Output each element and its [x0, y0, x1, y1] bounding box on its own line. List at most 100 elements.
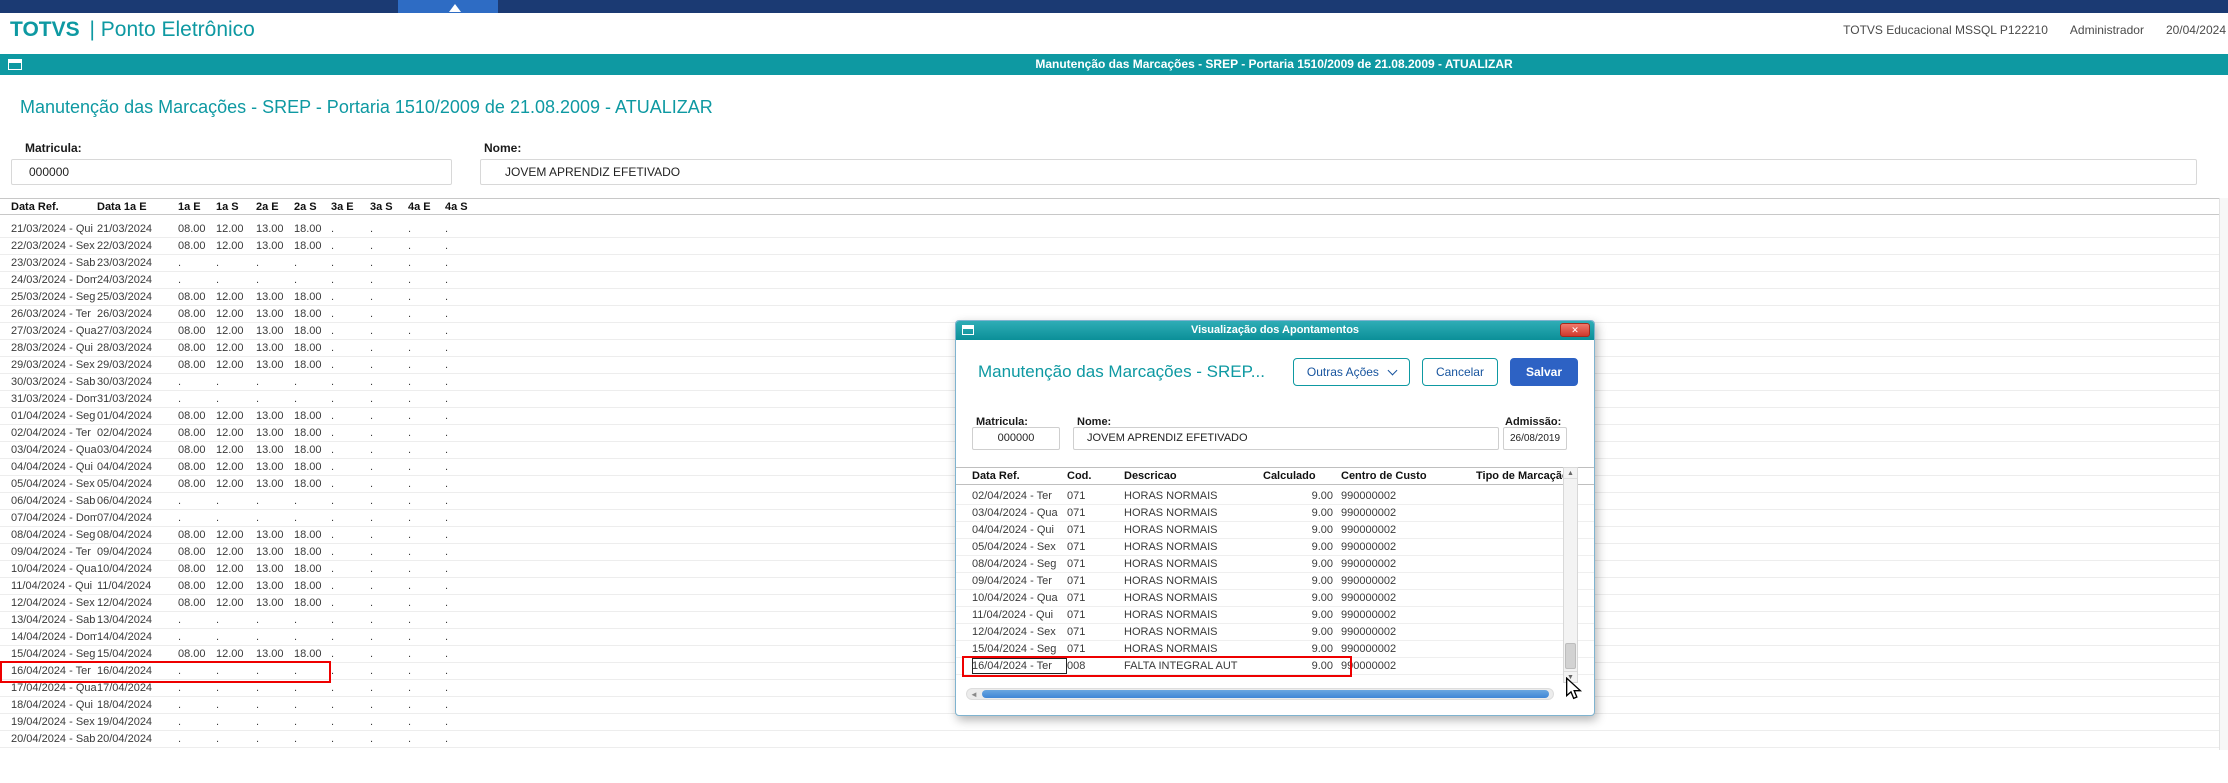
table-row[interactable]: 23/03/2024 - Sab 23/03/2024........: [0, 255, 2228, 272]
grid-cell[interactable]: 07/04/2024 - Dom: [11, 510, 97, 526]
column-header[interactable]: 3a E: [331, 199, 370, 214]
grid-cell[interactable]: 13.00: [256, 595, 294, 611]
grid-cell[interactable]: 990000002: [1341, 658, 1476, 674]
grid-cell[interactable]: .: [216, 391, 256, 407]
grid-cell[interactable]: 071: [1067, 590, 1124, 606]
grid-cell[interactable]: 9.00: [1263, 573, 1341, 589]
grid-cell[interactable]: .: [331, 357, 370, 373]
grid-cell[interactable]: .: [216, 612, 256, 628]
grid-cell[interactable]: 01/04/2024 - Seg: [11, 408, 97, 424]
grid-cell[interactable]: .: [445, 408, 485, 424]
grid-cell[interactable]: .: [445, 255, 485, 271]
grid-cell[interactable]: .: [331, 731, 370, 747]
grid-cell[interactable]: 18.00: [294, 646, 331, 662]
grid-cell[interactable]: 12.00: [216, 357, 256, 373]
grid-cell[interactable]: 18.00: [294, 306, 331, 322]
scroll-up-icon[interactable]: ▲: [1564, 468, 1577, 479]
grid-cell[interactable]: .: [331, 408, 370, 424]
grid-cell[interactable]: .: [445, 663, 485, 679]
grid-cell[interactable]: .: [256, 629, 294, 645]
grid-cell[interactable]: 13.00: [256, 408, 294, 424]
grid-cell[interactable]: 13.00: [256, 561, 294, 577]
grid-cell[interactable]: 08.00: [178, 527, 216, 543]
grid-cell[interactable]: 13.00: [256, 221, 294, 237]
table-row[interactable]: 02/04/2024 - Ter 071 HORAS NORMAIS 9.00 9900…: [956, 488, 1594, 505]
grid-cell[interactable]: 02/04/2024 - Ter: [11, 425, 97, 441]
grid-cell[interactable]: .: [294, 493, 331, 509]
table-row[interactable]: 04/04/2024 - Qui 071 HORAS NORMAIS 9.00 9900…: [956, 522, 1594, 539]
grid-cell[interactable]: .: [294, 255, 331, 271]
grid-cell[interactable]: 12.00: [216, 306, 256, 322]
grid-cell[interactable]: 21/03/2024: [97, 221, 178, 237]
grid-cell[interactable]: 09/04/2024: [97, 544, 178, 560]
grid-cell[interactable]: 071: [1067, 607, 1124, 623]
grid-cell[interactable]: .: [445, 289, 485, 305]
table-row[interactable]: 19/04/2024 - Sex 19/04/2024........: [0, 714, 2228, 731]
grid-cell[interactable]: 29/03/2024 - Sex: [11, 357, 97, 373]
grid-cell[interactable]: 08.00: [178, 646, 216, 662]
column-header[interactable]: Cod.: [1067, 468, 1124, 484]
grid-cell[interactable]: .: [178, 272, 216, 288]
grid-cell[interactable]: 16/04/2024: [97, 663, 178, 679]
grid-cell[interactable]: .: [370, 391, 408, 407]
grid-cell[interactable]: 10/04/2024 - Qua: [11, 561, 97, 577]
grid-cell[interactable]: 15/04/2024 - Seg: [11, 646, 97, 662]
column-header[interactable]: Data Ref.: [972, 468, 1067, 484]
grid-cell[interactable]: 9.00: [1263, 539, 1341, 555]
nome-input[interactable]: JOVEM APRENDIZ EFETIVADO: [480, 159, 2197, 185]
grid-cell[interactable]: .: [370, 221, 408, 237]
grid-cell[interactable]: 08/04/2024 - Seg: [972, 556, 1067, 572]
grid-cell[interactable]: .: [370, 629, 408, 645]
grid-cell[interactable]: 31/03/2024 - Dom: [11, 391, 97, 407]
grid-cell[interactable]: .: [178, 680, 216, 696]
grid-cell[interactable]: .: [370, 357, 408, 373]
grid-cell[interactable]: .: [294, 629, 331, 645]
grid-cell[interactable]: 08.00: [178, 595, 216, 611]
table-row[interactable]: 24/03/2024 - Dom 24/03/2024........: [0, 272, 2228, 289]
grid-cell[interactable]: .: [370, 425, 408, 441]
grid-cell[interactable]: 18.00: [294, 476, 331, 492]
grid-cell[interactable]: 12.00: [216, 425, 256, 441]
grid-cell[interactable]: .: [294, 731, 331, 747]
grid-cell[interactable]: 12.00: [216, 595, 256, 611]
grid-cell[interactable]: 990000002: [1341, 505, 1476, 521]
grid-cell[interactable]: .: [331, 595, 370, 611]
grid-cell[interactable]: .: [331, 442, 370, 458]
grid-cell[interactable]: 13.00: [256, 306, 294, 322]
grid-cell[interactable]: 990000002: [1341, 624, 1476, 640]
grid-cell[interactable]: .: [370, 714, 408, 730]
grid-cell[interactable]: .: [445, 493, 485, 509]
table-row[interactable]: 09/04/2024 - Ter 071 HORAS NORMAIS 9.00 9900…: [956, 573, 1594, 590]
grid-cell[interactable]: 9.00: [1263, 658, 1341, 674]
grid-cell[interactable]: .: [445, 425, 485, 441]
column-header[interactable]: Centro de Custo: [1341, 468, 1476, 484]
grid-cell[interactable]: 13.00: [256, 459, 294, 475]
grid-cell[interactable]: 09/04/2024 - Ter: [972, 573, 1067, 589]
grid-cell[interactable]: .: [178, 374, 216, 390]
column-header[interactable]: Data Ref.: [11, 199, 97, 214]
grid-cell[interactable]: .: [178, 612, 216, 628]
grid-cell[interactable]: .: [370, 544, 408, 560]
column-header[interactable]: Calculado: [1263, 468, 1341, 484]
grid-cell[interactable]: 25/03/2024: [97, 289, 178, 305]
grid-cell[interactable]: .: [294, 391, 331, 407]
grid-cell[interactable]: 15/04/2024 - Seg: [972, 641, 1067, 657]
grid-cell[interactable]: 12.00: [216, 646, 256, 662]
grid-cell[interactable]: .: [445, 476, 485, 492]
grid-cell[interactable]: .: [256, 680, 294, 696]
modal-vertical-scrollbar[interactable]: ▲ ▼: [1563, 467, 1578, 683]
grid-cell[interactable]: HORAS NORMAIS: [1124, 624, 1263, 640]
grid-cell[interactable]: 08/04/2024 - Seg: [11, 527, 97, 543]
grid-cell[interactable]: .: [294, 272, 331, 288]
grid-cell[interactable]: .: [294, 374, 331, 390]
grid-cell[interactable]: 12/04/2024 - Sex: [972, 624, 1067, 640]
grid-cell[interactable]: 18.00: [294, 238, 331, 254]
column-header[interactable]: 1a E: [178, 199, 216, 214]
grid-cell[interactable]: 12.00: [216, 578, 256, 594]
grid-cell[interactable]: .: [370, 527, 408, 543]
grid-cell[interactable]: 12.00: [216, 221, 256, 237]
grid-cell[interactable]: .: [178, 493, 216, 509]
grid-cell[interactable]: 990000002: [1341, 556, 1476, 572]
grid-cell[interactable]: .: [445, 391, 485, 407]
grid-cell[interactable]: .: [408, 340, 445, 356]
